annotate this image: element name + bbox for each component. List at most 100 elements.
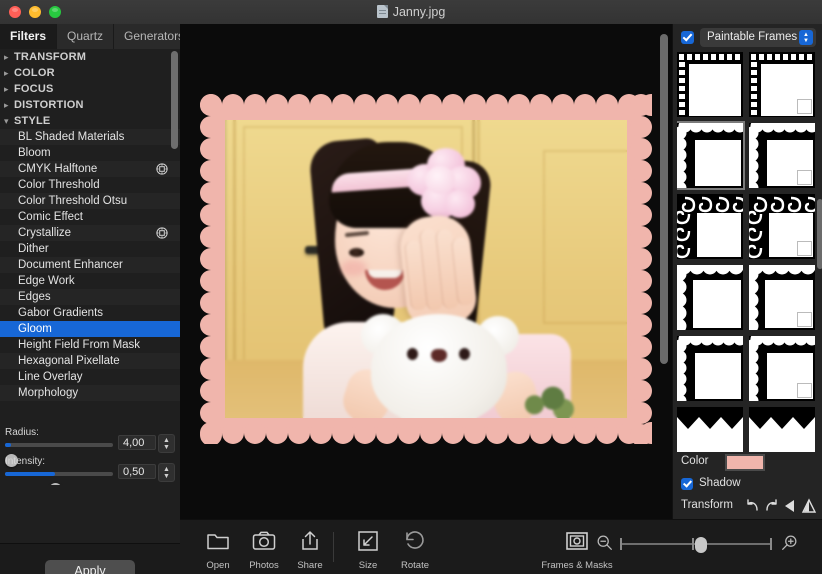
intensity-stepper[interactable]: ▲ ▼ (158, 463, 175, 482)
rotate-label: Rotate (401, 560, 429, 571)
filter-item-hexagonal-pixellate[interactable]: Hexagonal Pixellate (0, 353, 180, 369)
filter-group-style[interactable]: ▾ STYLE (0, 113, 180, 129)
apply-bar: Apply (0, 543, 180, 574)
frames-scrollbar[interactable] (817, 199, 822, 269)
frame-category-dropdown[interactable]: Paintable Frames ▲ ▼ (700, 28, 816, 47)
frames-panel-header: Paintable Frames ▲ ▼ (673, 24, 822, 50)
shadow-checkbox[interactable] (681, 478, 693, 490)
frame-thumbnail-scallop[interactable] (745, 332, 819, 408)
filter-label: Line Overlay (18, 371, 83, 383)
share-label: Share (297, 560, 323, 571)
group-label: DISTORTION (14, 99, 84, 111)
zoom-out-icon[interactable] (596, 534, 614, 552)
filter-group-distortion[interactable]: ▸ DISTORTION (0, 97, 180, 113)
filter-group-transform[interactable]: ▸ TRANSFORM (0, 49, 180, 65)
filter-item-gloom[interactable]: Gloom (0, 321, 180, 337)
radius-value[interactable]: 4,00 (118, 435, 156, 450)
frames-enabled-checkbox[interactable] (681, 31, 694, 44)
zoom-in-icon[interactable] (780, 534, 798, 552)
filter-item-comic-effect[interactable]: Comic Effect (0, 209, 180, 225)
filter-item-height-field-from-mask[interactable]: Height Field From Mask (0, 337, 180, 353)
radius-slider[interactable] (5, 443, 113, 467)
image-canvas[interactable] (180, 24, 672, 519)
share-button[interactable]: Share (282, 525, 338, 571)
filter-label: BL Shaded Materials (18, 131, 125, 143)
frame-thumbnail-swirl[interactable] (677, 194, 747, 259)
filter-label: Morphology (18, 387, 79, 399)
gear-icon[interactable] (156, 227, 168, 239)
frame-thumbnail-film-strip[interactable] (677, 52, 743, 117)
frame-thumbnail-big-scallop[interactable] (743, 259, 816, 334)
frame-row (677, 407, 819, 452)
frame-thumbnail-scallop[interactable] (745, 119, 819, 195)
parameter-radius: Radius: 4,00 ▲ ▼ (0, 427, 180, 467)
filter-item-dither[interactable]: Dither (0, 241, 180, 257)
transform-label: Transform (681, 499, 733, 511)
filter-label: Edges (18, 291, 51, 303)
filter-item-cmyk-halftone[interactable]: CMYK Halftone (0, 161, 180, 177)
filter-item-line-overlay[interactable]: Line Overlay (0, 369, 180, 385)
frame-thumbnail-zigzag[interactable] (749, 407, 815, 452)
tab-quartz[interactable]: Quartz (57, 24, 115, 49)
filter-item-bloom[interactable]: Bloom (0, 145, 180, 161)
parameter-intensity: Intensity: 0,50 ▲ ▼ (0, 456, 180, 496)
filter-group-focus[interactable]: ▸ FOCUS (0, 81, 180, 97)
filter-label: Hexagonal Pixellate (18, 355, 120, 367)
shadow-row: Shadow (673, 474, 822, 496)
rotate-left-icon[interactable] (745, 498, 761, 514)
chevron-updown-icon[interactable]: ▲ ▼ (799, 30, 813, 45)
rotate-right-icon[interactable] (763, 498, 779, 514)
filter-item-gabor-gradients[interactable]: Gabor Gradients (0, 305, 180, 321)
filter-parameters: Radius: 4,00 ▲ ▼ Intensity: 0,50 ▲ ▼ (0, 427, 180, 496)
filter-item-color-threshold-otsu[interactable]: Color Threshold Otsu (0, 193, 180, 209)
color-label: Color (681, 455, 709, 467)
filter-item-crystallize[interactable]: Crystallize (0, 225, 180, 241)
flip-vertical-icon[interactable] (801, 498, 817, 514)
filter-item-document-enhancer[interactable]: Document Enhancer (0, 257, 180, 273)
filter-item-color-threshold[interactable]: Color Threshold (0, 177, 180, 193)
filter-item-edges[interactable]: Edges (0, 289, 180, 305)
group-label: STYLE (14, 115, 51, 127)
intensity-slider[interactable] (5, 472, 113, 496)
frame-row (677, 259, 819, 334)
filter-label: Color Threshold Otsu (18, 195, 128, 207)
chevron-right-icon: ▸ (4, 68, 9, 78)
frame-color-swatch[interactable] (725, 454, 765, 471)
left-panel-spacer (0, 485, 180, 543)
frame-thumbnail-grid[interactable] (677, 52, 819, 452)
filter-label: CMYK Halftone (18, 163, 98, 175)
filter-group-color[interactable]: ▸ COLOR (0, 65, 180, 81)
filter-list[interactable]: ▸ TRANSFORM ▸ COLOR ▸ FOCUS ▸ DISTORTION ▾ ST… (0, 49, 180, 427)
frame-thumbnail-scallop[interactable] (677, 119, 747, 195)
frame-thumbnail-big-scallop[interactable] (677, 259, 744, 334)
intensity-label: Intensity: (5, 456, 46, 467)
filter-item-bl-shaded-materials[interactable]: BL Shaded Materials (0, 129, 180, 145)
rotate-button[interactable]: Rotate (387, 525, 443, 571)
filter-item-edge-work[interactable]: Edge Work (0, 273, 180, 289)
frame-row (677, 332, 819, 408)
image-editor-window: Janny.jpg Filters Quartz Generators ▸ TRA… (0, 0, 822, 574)
frame-thumbnail-film-strip[interactable] (749, 52, 815, 117)
radius-stepper[interactable]: ▲ ▼ (158, 434, 175, 453)
gear-icon[interactable] (156, 163, 168, 175)
frame-category-label: Paintable Frames (707, 31, 798, 43)
intensity-value[interactable]: 0,50 (118, 464, 156, 479)
frame-thumbnail-scallop[interactable] (677, 332, 747, 408)
flip-horizontal-icon[interactable] (783, 498, 799, 514)
frame-icon (566, 532, 588, 550)
framed-photo[interactable] (200, 94, 652, 444)
filter-label: Color Threshold (18, 179, 100, 191)
filter-item-morphology[interactable]: Morphology (0, 385, 180, 401)
canvas-scrollbar[interactable] (660, 34, 668, 364)
group-label: TRANSFORM (14, 51, 87, 63)
window-title: Janny.jpg (0, 0, 822, 24)
frames-panel: Paintable Frames ▲ ▼ Color Shadow Transfo… (672, 24, 822, 540)
filter-label: Gabor Gradients (18, 307, 104, 319)
frame-row (677, 119, 819, 195)
tab-filters[interactable]: Filters (0, 24, 58, 49)
shadow-label: Shadow (699, 477, 741, 489)
apply-button[interactable]: Apply (45, 560, 135, 574)
frame-thumbnail-zigzag[interactable] (677, 407, 743, 452)
frame-thumbnail-swirl[interactable] (746, 194, 819, 259)
filter-list-scrollbar[interactable] (171, 51, 178, 149)
